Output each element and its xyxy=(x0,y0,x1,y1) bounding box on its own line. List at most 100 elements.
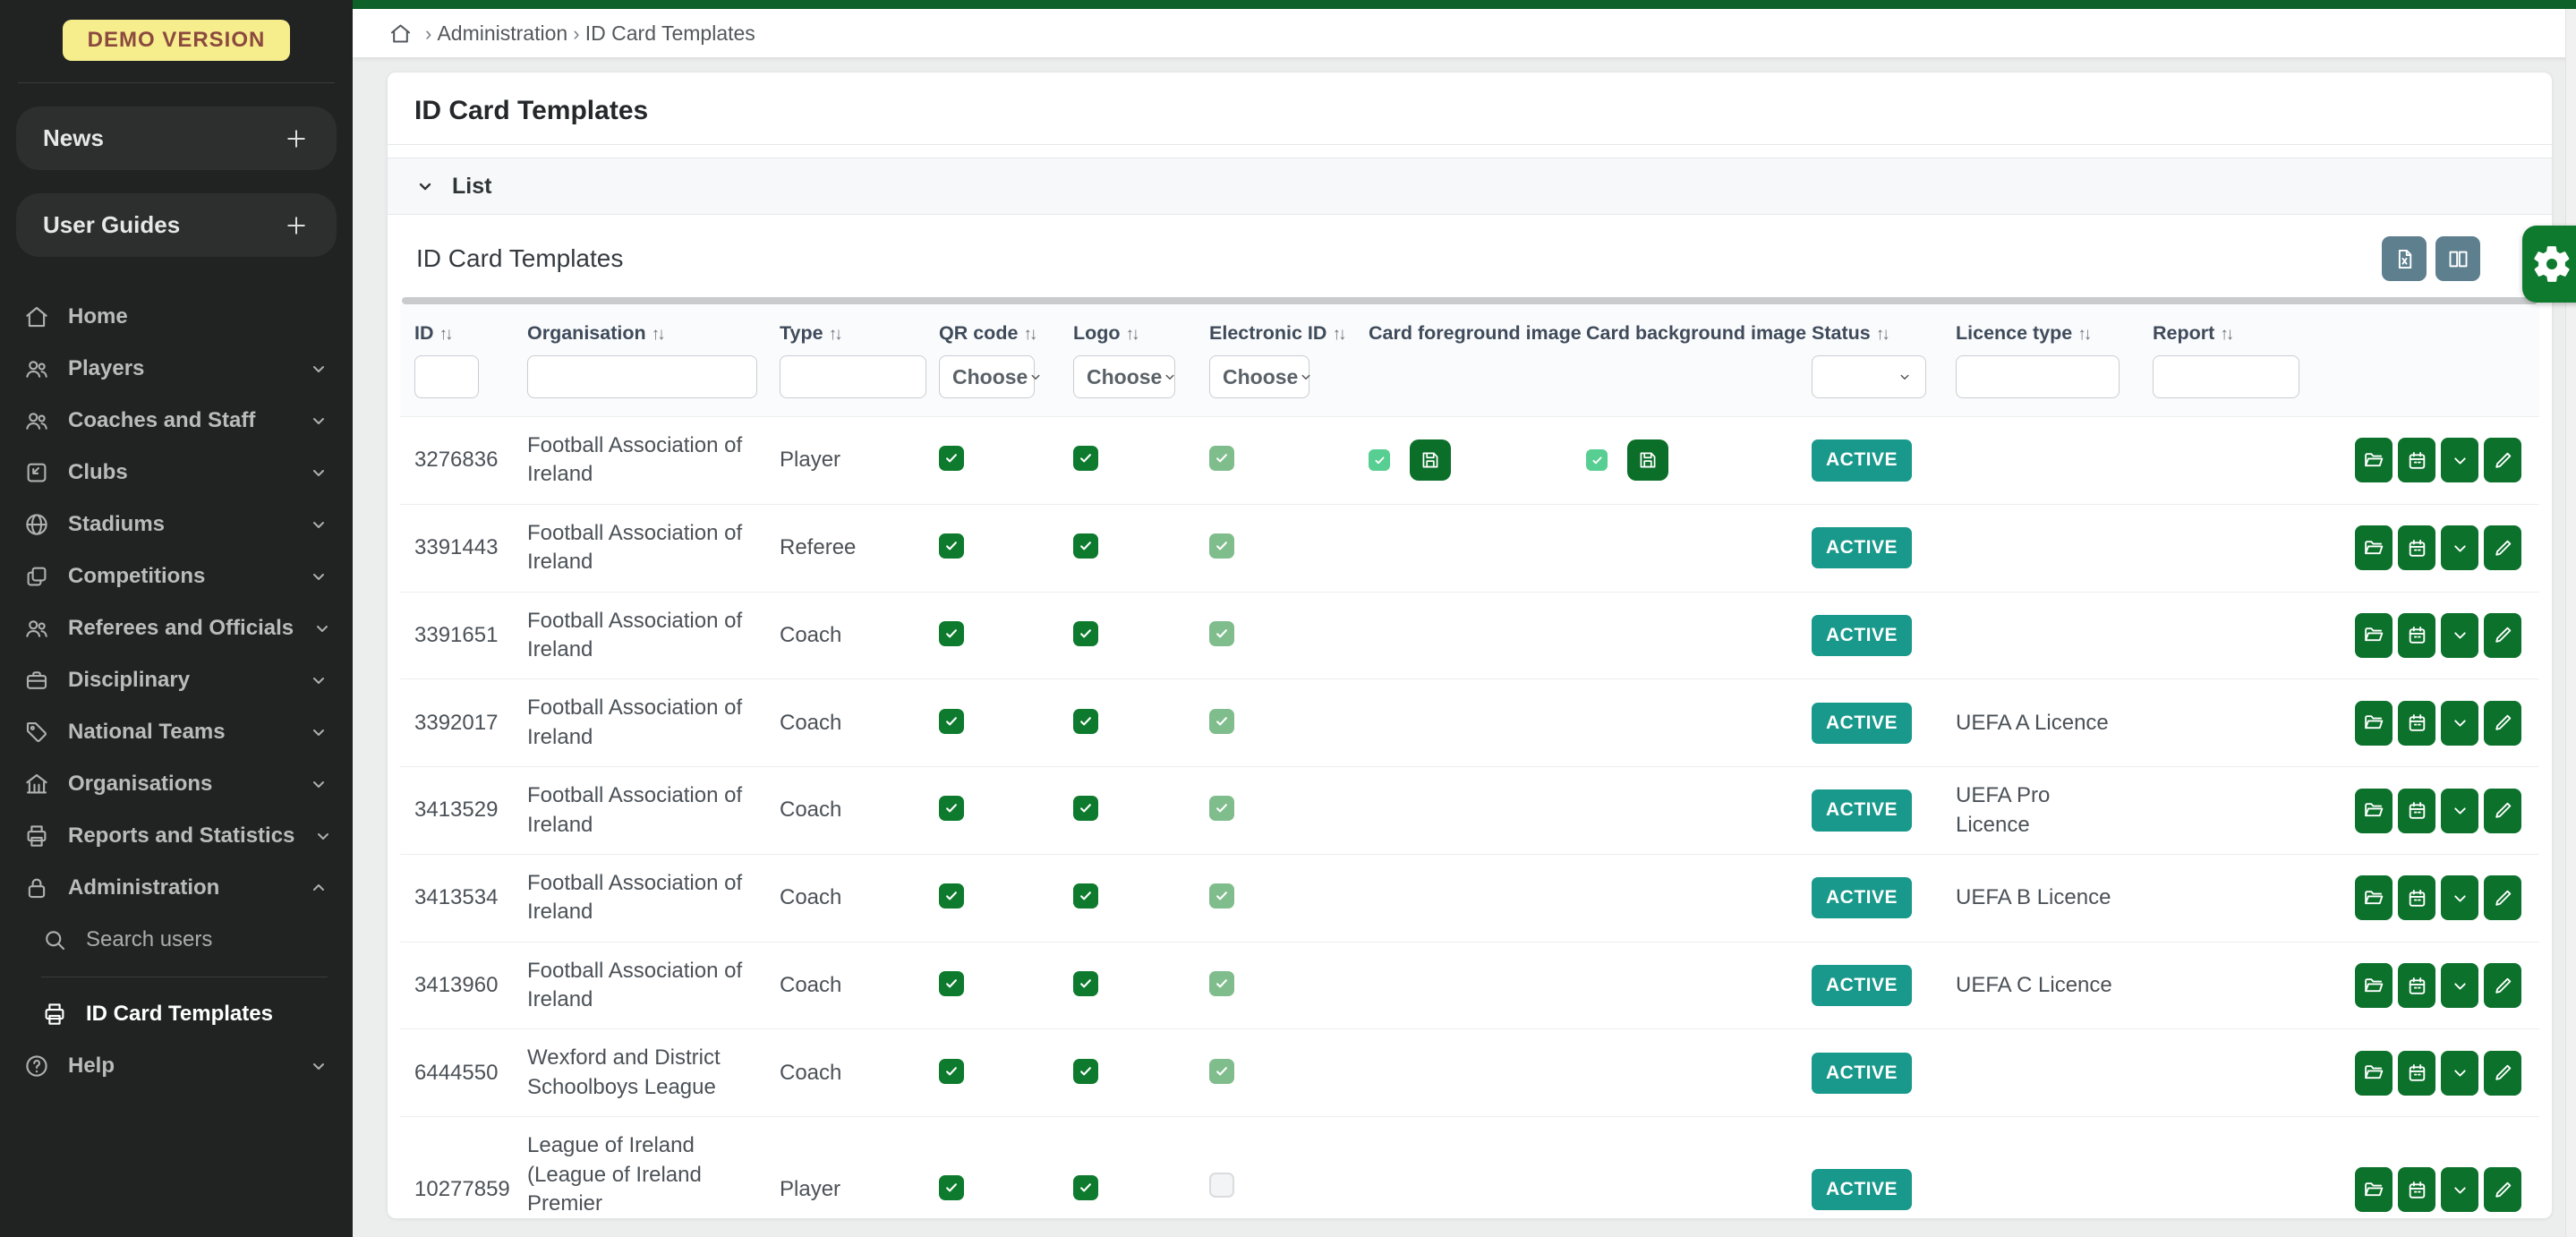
sidebar-item-competitions[interactable]: Competitions xyxy=(0,550,353,602)
column-header-type[interactable]: Type↑↓ xyxy=(765,304,925,350)
settings-gear-button[interactable] xyxy=(2522,226,2576,303)
checkbox-checked[interactable] xyxy=(1209,971,1234,996)
column-header-qr_code[interactable]: QR code↑↓ xyxy=(925,304,1059,350)
checkbox-checked[interactable] xyxy=(939,1059,964,1084)
save-image-button[interactable] xyxy=(1410,439,1451,481)
checkbox-checked[interactable] xyxy=(1209,533,1234,559)
expand-button[interactable] xyxy=(2441,438,2478,482)
expand-button[interactable] xyxy=(2441,613,2478,658)
sidebar-item-home[interactable]: Home xyxy=(0,291,353,343)
checkbox-checked[interactable] xyxy=(1073,621,1098,646)
column-header-report[interactable]: Report↑↓ xyxy=(2138,304,2325,350)
checkbox-checked[interactable] xyxy=(1586,449,1608,471)
checkbox-checked[interactable] xyxy=(939,709,964,734)
filter-select-electronic_id[interactable]: Choose xyxy=(1209,355,1309,398)
schedule-button[interactable] xyxy=(2398,701,2435,746)
filter-input-licence_type[interactable] xyxy=(1956,355,2120,398)
sidebar-item-id-card-templates[interactable]: ID Card Templates xyxy=(0,988,353,1040)
edit-button[interactable] xyxy=(2484,789,2521,833)
schedule-button[interactable] xyxy=(2398,525,2435,570)
schedule-button[interactable] xyxy=(2398,789,2435,833)
edit-button[interactable] xyxy=(2484,701,2521,746)
checkbox-checked[interactable] xyxy=(1369,449,1390,471)
checkbox-checked[interactable] xyxy=(939,971,964,996)
sidebar-item-referees-and-officials[interactable]: Referees and Officials xyxy=(0,602,353,654)
schedule-button[interactable] xyxy=(2398,875,2435,920)
checkbox-checked[interactable] xyxy=(1073,796,1098,821)
open-button[interactable] xyxy=(2355,875,2393,920)
checkbox-checked[interactable] xyxy=(1209,883,1234,909)
sort-icon[interactable]: ↑↓ xyxy=(652,325,663,344)
breadcrumb-item[interactable]: ID Card Templates xyxy=(585,21,755,45)
checkbox-checked[interactable] xyxy=(939,446,964,471)
sort-icon[interactable]: ↑↓ xyxy=(1126,325,1138,344)
schedule-button[interactable] xyxy=(2398,438,2435,482)
sidebar-card-news[interactable]: News xyxy=(16,107,337,170)
vertical-scrollbar[interactable] xyxy=(2565,9,2576,1237)
checkbox-checked[interactable] xyxy=(939,533,964,559)
column-header-id[interactable]: ID↑↓ xyxy=(400,304,513,350)
expand-button[interactable] xyxy=(2441,525,2478,570)
edit-button[interactable] xyxy=(2484,613,2521,658)
edit-button[interactable] xyxy=(2484,1051,2521,1096)
save-image-button[interactable] xyxy=(1627,439,1668,481)
filter-select-status[interactable] xyxy=(1812,355,1926,398)
sort-icon[interactable]: ↑↓ xyxy=(2220,325,2231,344)
edit-button[interactable] xyxy=(2484,1167,2521,1212)
sidebar-item-stadiums[interactable]: Stadiums xyxy=(0,499,353,550)
edit-button[interactable] xyxy=(2484,438,2521,482)
open-button[interactable] xyxy=(2355,1167,2393,1212)
checkbox-checked[interactable] xyxy=(1209,1059,1234,1084)
checkbox-checked[interactable] xyxy=(1073,971,1098,996)
sidebar-item-clubs[interactable]: Clubs xyxy=(0,447,353,499)
sidebar-item-players[interactable]: Players xyxy=(0,343,353,395)
checkbox-checked[interactable] xyxy=(1073,533,1098,559)
column-header-status[interactable]: Status↑↓ xyxy=(1797,304,1941,350)
checkbox-unchecked[interactable] xyxy=(1209,1173,1234,1198)
columns-button[interactable] xyxy=(2435,236,2480,281)
sort-icon[interactable]: ↑↓ xyxy=(1332,325,1343,344)
open-button[interactable] xyxy=(2355,613,2393,658)
checkbox-checked[interactable] xyxy=(1073,1059,1098,1084)
filter-input-report[interactable] xyxy=(2153,355,2299,398)
filter-input-type[interactable] xyxy=(780,355,926,398)
open-button[interactable] xyxy=(2355,701,2393,746)
sort-icon[interactable]: ↑↓ xyxy=(1023,325,1035,344)
filter-input-organisation[interactable] xyxy=(527,355,757,398)
sort-icon[interactable]: ↑↓ xyxy=(439,325,451,344)
sidebar-item-reports-and-statistics[interactable]: Reports and Statistics xyxy=(0,810,353,862)
sidebar-item-coaches-and-staff[interactable]: Coaches and Staff xyxy=(0,395,353,447)
sidebar-item-organisations[interactable]: Organisations xyxy=(0,758,353,810)
checkbox-checked[interactable] xyxy=(1209,709,1234,734)
filter-select-logo[interactable]: Choose xyxy=(1073,355,1175,398)
expand-button[interactable] xyxy=(2441,875,2478,920)
schedule-button[interactable] xyxy=(2398,1167,2435,1212)
schedule-button[interactable] xyxy=(2398,1051,2435,1096)
sidebar-card-user-guides[interactable]: User Guides xyxy=(16,193,337,257)
schedule-button[interactable] xyxy=(2398,613,2435,658)
column-header-licence_type[interactable]: Licence type↑↓ xyxy=(1941,304,2138,350)
expand-button[interactable] xyxy=(2441,1167,2478,1212)
home-icon[interactable] xyxy=(388,21,413,46)
open-button[interactable] xyxy=(2355,525,2393,570)
plus-icon[interactable] xyxy=(283,125,310,152)
open-button[interactable] xyxy=(2355,963,2393,1008)
sidebar-item-disciplinary[interactable]: Disciplinary xyxy=(0,654,353,706)
sidebar-item-national-teams[interactable]: National Teams xyxy=(0,706,353,758)
sort-icon[interactable]: ↑↓ xyxy=(1876,325,1888,344)
checkbox-checked[interactable] xyxy=(939,1175,964,1200)
filter-select-qr_code[interactable]: Choose xyxy=(939,355,1035,398)
checkbox-checked[interactable] xyxy=(1073,883,1098,909)
plus-icon[interactable] xyxy=(283,212,310,239)
edit-button[interactable] xyxy=(2484,963,2521,1008)
checkbox-checked[interactable] xyxy=(939,883,964,909)
open-button[interactable] xyxy=(2355,438,2393,482)
column-header-electronic_id[interactable]: Electronic ID↑↓ xyxy=(1195,304,1354,350)
horizontal-scrollbar[interactable] xyxy=(402,297,2538,304)
checkbox-checked[interactable] xyxy=(1209,621,1234,646)
expand-button[interactable] xyxy=(2441,789,2478,833)
checkbox-checked[interactable] xyxy=(1073,1175,1098,1200)
column-header-logo[interactable]: Logo↑↓ xyxy=(1059,304,1195,350)
expand-button[interactable] xyxy=(2441,1051,2478,1096)
sidebar-item-administration[interactable]: Administration xyxy=(0,862,353,914)
